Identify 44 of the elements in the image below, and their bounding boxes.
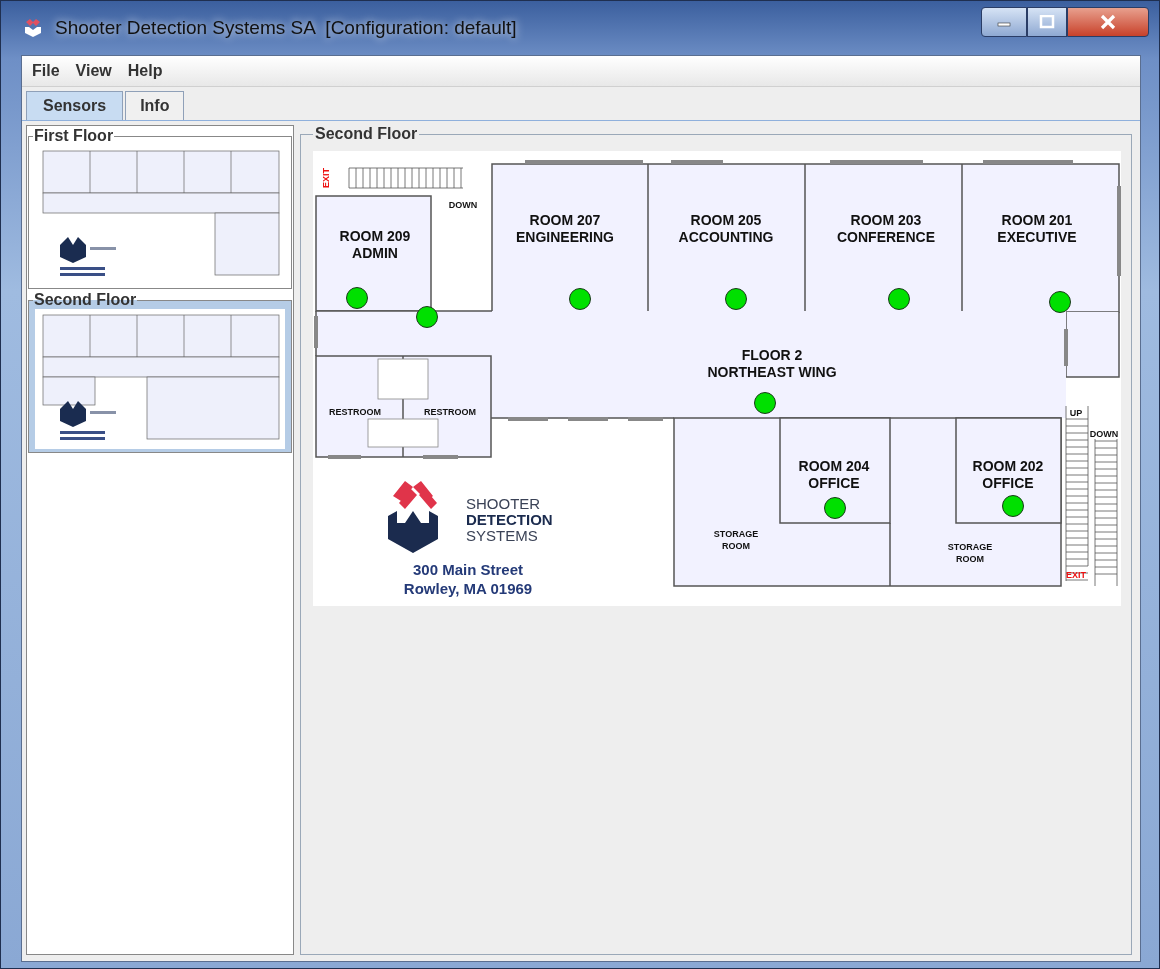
plan-label: STORAGE ROOM (947, 542, 993, 564)
shield-logo-icon (388, 481, 438, 553)
sensor-dot[interactable] (888, 288, 910, 310)
sensor-dot[interactable] (725, 288, 747, 310)
logo-text: SHOOTER DETECTION SYSTEMS (466, 495, 553, 544)
sensor-dot[interactable] (1002, 495, 1024, 517)
address-text: 300 Main Street Rowley, MA 01969 (403, 561, 533, 597)
plan-label: EXIT (321, 168, 331, 188)
floor-card[interactable]: Second Floor (28, 291, 292, 453)
panel-title: Second Floor (314, 125, 419, 143)
sensor-dot[interactable] (1049, 291, 1071, 313)
plan-label: ROOM 205 ACCOUNTING (678, 212, 774, 245)
plan-label: RESTROOM (329, 407, 381, 417)
sensor-dot[interactable] (754, 392, 776, 414)
close-icon (1098, 14, 1118, 30)
menu-item[interactable]: View (67, 60, 120, 82)
maximize-icon (1037, 15, 1057, 29)
plan-label: FLOOR 2 NORTHEAST WING (707, 347, 837, 380)
maximize-button[interactable] (1027, 7, 1067, 37)
plan-label: ROOM 204 OFFICE (798, 458, 870, 491)
plan-label: STORAGE ROOM (713, 529, 759, 551)
sensor-dot[interactable] (569, 288, 591, 310)
plan-label: ROOM 202 OFFICE (972, 458, 1044, 491)
floor-card[interactable]: First Floor (28, 127, 292, 289)
plan-label: ROOM 209 ADMIN (339, 228, 411, 261)
menu-item[interactable]: Help (119, 60, 171, 82)
plan-label: DOWN (1089, 429, 1119, 439)
sensor-dot[interactable] (416, 306, 438, 328)
window-title: Shooter Detection Systems SA [Configuration: default] (54, 16, 518, 40)
plan-label: ROOM 201 EXECUTIVE (997, 212, 1077, 245)
plan-label: ROOM 203 CONFERENCE (837, 212, 935, 245)
sensor-dot[interactable] (824, 497, 846, 519)
plan-label: EXIT (1066, 570, 1086, 580)
plan-label: UP (1069, 408, 1083, 418)
plan-label: RESTROOM (424, 407, 476, 417)
close-button[interactable] (1067, 7, 1149, 37)
plan-label: ROOM 207 ENGINEERING (516, 212, 614, 245)
shield-logo-icon (23, 18, 43, 38)
tab[interactable]: Info (125, 91, 185, 120)
tab[interactable]: Sensors (26, 91, 124, 120)
minimize-button[interactable] (981, 7, 1027, 37)
sensor-dot[interactable] (346, 287, 368, 309)
menu-item[interactable]: File (24, 60, 68, 82)
plan-label: DOWN (448, 200, 478, 210)
